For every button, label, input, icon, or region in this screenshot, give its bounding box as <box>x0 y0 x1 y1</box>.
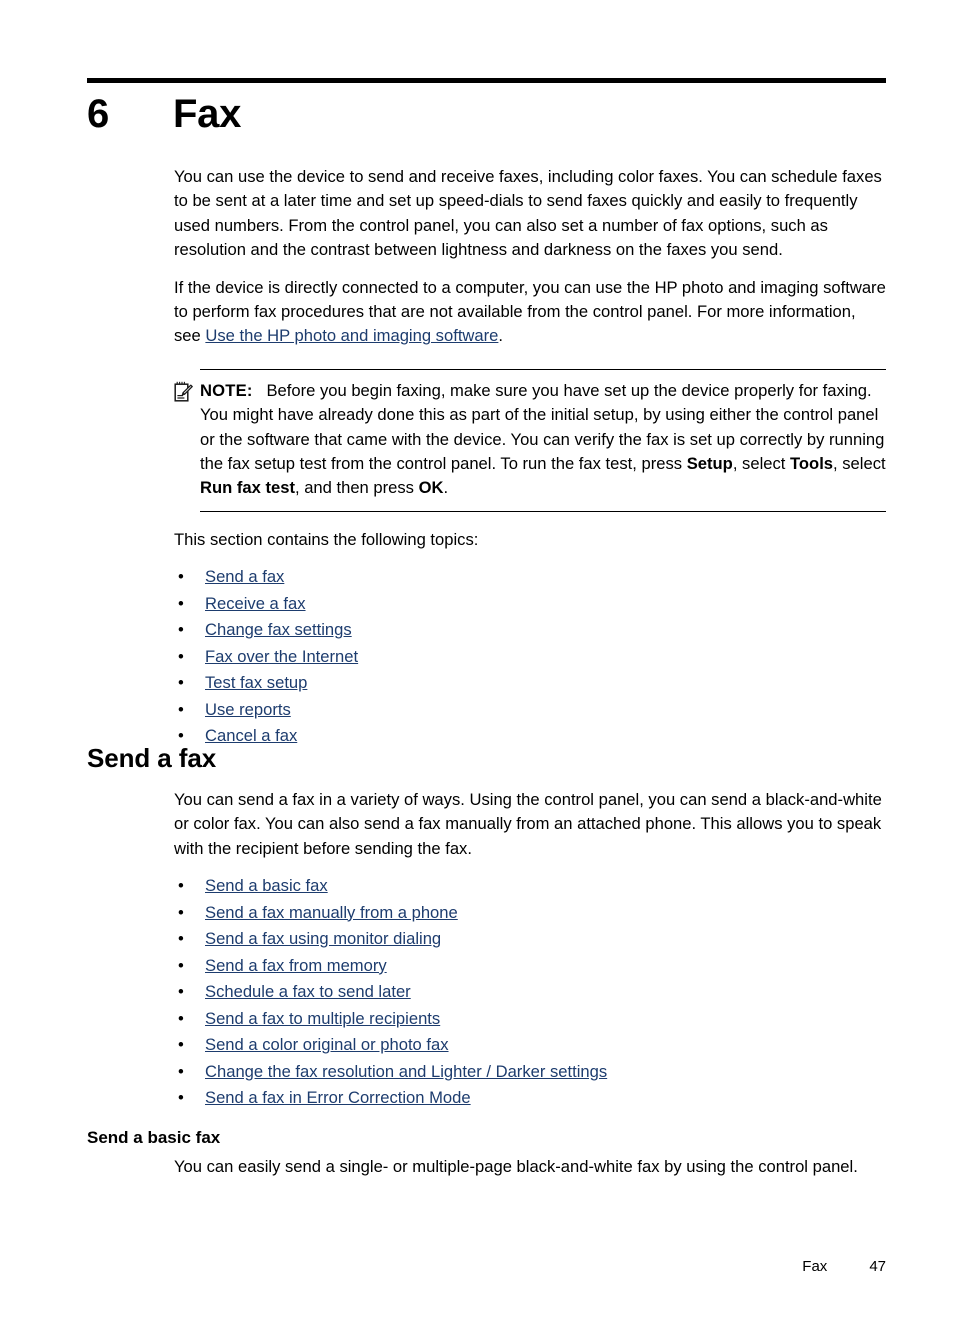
note-bold-run-fax-test: Run fax test <box>200 478 295 498</box>
link-change-fax-settings[interactable]: Change fax settings <box>205 620 352 639</box>
bullet-glyph: • <box>178 1088 184 1108</box>
link-change-the-fax-resolution-and-lighter-darker-settings[interactable]: Change the fax resolution and Lighter / … <box>205 1062 607 1081</box>
link-send-a-fax-from-memory[interactable]: Send a fax from memory <box>205 956 387 975</box>
bullet-glyph: • <box>178 876 184 896</box>
bullet-glyph: • <box>178 929 184 949</box>
bullet-glyph: • <box>178 646 184 666</box>
link-send-a-fax-in-error-correction-mode[interactable]: Send a fax in Error Correction Mode <box>205 1088 471 1107</box>
bullet-glyph: • <box>178 982 184 1002</box>
bullet-glyph: • <box>178 620 184 640</box>
footer-section-label: Fax <box>802 1258 828 1275</box>
section-heading-send-a-fax: Send a fax <box>87 743 217 773</box>
link-send-a-fax[interactable]: Send a fax <box>205 567 284 586</box>
bullet-glyph: • <box>178 673 184 693</box>
note-text: NOTE: Before you begin faxing, make sure… <box>200 379 886 501</box>
page-footer: Fax 47 <box>87 1257 886 1277</box>
bullet-glyph: • <box>178 955 184 975</box>
list-item: • Change the fax resolution and Lighter /… <box>174 1060 886 1083</box>
send-a-fax-topics-list: • Send a basic fax • Send a fax manually f… <box>174 874 886 1109</box>
note-bold-tools: Tools <box>790 454 834 474</box>
list-item: • Send a fax using monitor dialing <box>174 927 886 950</box>
link-test-fax-setup[interactable]: Test fax setup <box>205 673 307 692</box>
send-a-basic-fax-body: You can easily send a single- or multipl… <box>174 1155 886 1179</box>
list-item: • Send a fax manually from a phone <box>174 901 886 924</box>
send-a-fax-paragraph: You can send a fax in a variety of ways.… <box>174 790 882 858</box>
note-text-part-3: , select <box>833 454 886 474</box>
intro-paragraph-2-post: . <box>498 326 504 346</box>
link-send-a-fax-manually-from-a-phone[interactable]: Send a fax manually from a phone <box>205 903 458 922</box>
list-item: • Send a fax in Error Correction Mode <box>174 1086 886 1109</box>
list-item: • Send a fax from memory <box>174 954 886 977</box>
footer-page-number: 47 <box>869 1258 886 1275</box>
list-item: • Change fax settings <box>174 618 886 641</box>
content-column: You can use the device to send and recei… <box>174 165 886 751</box>
list-item: • Send a fax <box>174 565 886 588</box>
link-schedule-a-fax-to-send-later[interactable]: Schedule a fax to send later <box>205 982 411 1001</box>
intro-paragraph-2: If the device is directly connected to a… <box>174 276 886 349</box>
link-send-a-fax-using-monitor-dialing[interactable]: Send a fax using monitor dialing <box>205 929 441 948</box>
note-text-part-2: , select <box>732 454 791 474</box>
bullet-glyph: • <box>178 567 184 587</box>
list-item: • Send a fax to multiple recipients <box>174 1007 886 1030</box>
note-pad-pencil-icon <box>174 381 193 402</box>
note-text-part-4: , and then press <box>294 478 419 498</box>
link-send-a-color-original-or-photo-fax[interactable]: Send a color original or photo fax <box>205 1035 449 1054</box>
document-page: 6 Fax You can use the device to send and … <box>0 0 954 1321</box>
note-text-part-5: . <box>443 478 449 498</box>
bullet-glyph: • <box>178 593 184 613</box>
note-bold-ok: OK <box>418 478 444 498</box>
chapter-heading: 6 Fax <box>87 91 887 137</box>
link-use-hp-photo-imaging-software[interactable]: Use the HP photo and imaging software <box>205 326 498 345</box>
topics-intro: This section contains the following topi… <box>174 529 479 549</box>
list-item: • Send a basic fax <box>174 874 886 897</box>
bullet-glyph: • <box>178 902 184 922</box>
link-send-a-basic-fax[interactable]: Send a basic fax <box>205 876 328 895</box>
link-use-reports[interactable]: Use reports <box>205 700 291 719</box>
list-item: • Use reports <box>174 698 886 721</box>
note-bold-setup: Setup <box>686 454 733 474</box>
bullet-glyph: • <box>178 1035 184 1055</box>
bullet-glyph: • <box>178 699 184 719</box>
link-receive-a-fax[interactable]: Receive a fax <box>205 594 306 613</box>
bullet-glyph: • <box>178 1008 184 1028</box>
note-box: NOTE: Before you begin faxing, make sure… <box>174 368 886 512</box>
chapter-top-rule <box>87 78 886 83</box>
list-item: • Test fax setup <box>174 671 886 694</box>
send-a-fax-body: You can send a fax in a variety of ways.… <box>174 788 886 1113</box>
note-label: NOTE: <box>200 380 253 400</box>
intro-paragraph-1: You can use the device to send and recei… <box>174 167 882 260</box>
subsection-heading-send-a-basic-fax: Send a basic fax <box>87 1128 221 1147</box>
link-send-a-fax-to-multiple-recipients[interactable]: Send a fax to multiple recipients <box>205 1009 440 1028</box>
list-item: • Send a color original or photo fax <box>174 1033 886 1056</box>
send-a-basic-fax-paragraph: You can easily send a single- or multipl… <box>174 1157 858 1176</box>
list-item: • Fax over the Internet <box>174 645 886 668</box>
list-item: • Schedule a fax to send later <box>174 980 886 1003</box>
chapter-number: 6 <box>87 92 109 136</box>
list-item: • Receive a fax <box>174 592 886 615</box>
link-fax-over-the-internet[interactable]: Fax over the Internet <box>205 647 358 666</box>
chapter-title-text: Fax <box>173 92 242 136</box>
bullet-glyph: • <box>178 1061 184 1081</box>
chapter-topics-list: • Send a fax • Receive a fax • Change fax s… <box>174 565 886 747</box>
